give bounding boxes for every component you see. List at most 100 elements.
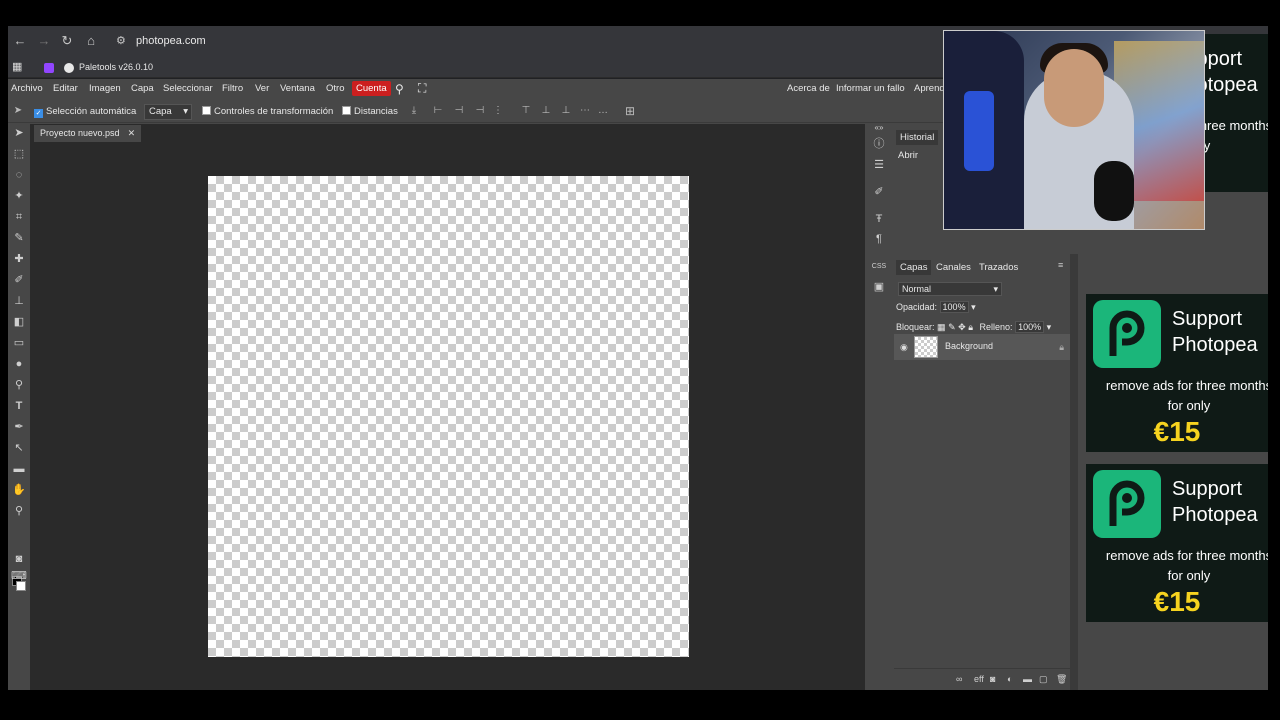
transform-controls-option[interactable]: Controles de transformación — [202, 106, 333, 117]
add-mask-icon[interactable]: ◙ — [990, 674, 995, 684]
paragraph-icon[interactable]: ¶ — [871, 231, 887, 247]
layer-row[interactable]: ◉ Background 🔒︎ — [894, 334, 1070, 360]
eraser-tool-icon[interactable]: ◧ — [11, 314, 27, 330]
image-icon[interactable]: ▣ — [871, 279, 887, 295]
info-icon[interactable]: ⓘ — [871, 136, 887, 152]
apps-grid-icon[interactable]: ▦ — [12, 60, 22, 73]
new-layer-icon[interactable]: ▢ — [1039, 674, 1048, 685]
tab-history[interactable]: Historial — [896, 130, 939, 145]
menu-seleccionar[interactable]: Seleccionar — [163, 83, 213, 94]
back-icon[interactable]: ← — [12, 33, 28, 49]
fill-field[interactable]: 100% — [1015, 321, 1045, 333]
blur-tool-icon[interactable]: ● — [11, 356, 27, 372]
menu-otro[interactable]: Otro — [326, 83, 344, 94]
account-button[interactable]: Cuenta — [352, 81, 391, 96]
type-tool-icon[interactable]: T — [11, 398, 27, 414]
menu-ventana[interactable]: Ventana — [280, 83, 315, 94]
visibility-eye-icon[interactable]: ◉ — [900, 342, 908, 353]
grid-icon[interactable]: ⊞ — [624, 105, 636, 117]
history-item[interactable]: Abrir — [898, 150, 918, 161]
tab-paths[interactable]: Trazados — [975, 260, 1022, 275]
css-icon[interactable]: CSS — [871, 259, 887, 275]
menu-about[interactable]: Acerca de — [787, 83, 830, 94]
blend-mode-select[interactable]: Normal ▾ — [898, 282, 1002, 296]
new-group-icon[interactable]: ▬ — [1023, 674, 1032, 684]
close-icon[interactable]: ✕ — [128, 128, 136, 138]
path-select-tool-icon[interactable]: ↖ — [11, 440, 27, 456]
search-icon[interactable]: ⚲ — [395, 82, 404, 96]
distribute-h-icon[interactable]: ⋮ — [492, 105, 504, 117]
link-layers-icon[interactable]: ∞ — [956, 674, 962, 684]
delete-layer-icon[interactable]: 🗑︎ — [1056, 674, 1067, 685]
reload-icon[interactable]: ↻ — [59, 33, 75, 49]
ad-banner-2[interactable]: Support Photopea remove ads for three mon… — [1086, 294, 1268, 452]
auto-select-checkbox[interactable]: ✓ — [34, 109, 43, 118]
pen-tool-icon[interactable]: ✒ — [11, 419, 27, 435]
align-download-icon[interactable]: ⤓ — [408, 105, 420, 117]
healing-tool-icon[interactable]: ✚ — [11, 251, 27, 267]
bookmark-twitch[interactable] — [44, 59, 59, 75]
menu-report-bug[interactable]: Informar un fallo — [836, 83, 905, 94]
opacity-dropdown-icon[interactable]: ▾ — [971, 302, 976, 312]
site-settings-icon[interactable]: ⚙ — [116, 32, 130, 50]
hand-tool-icon[interactable]: ✋ — [11, 482, 27, 498]
character-icon[interactable]: Ŧ — [871, 211, 887, 227]
lock-position-icon[interactable]: ✥ — [958, 322, 966, 332]
menu-archivo[interactable]: Archivo — [11, 83, 43, 94]
align-center-h-icon[interactable]: ⊣ — [453, 105, 465, 117]
forward-icon[interactable]: → — [36, 33, 52, 49]
lock-transparency-icon[interactable]: ▦ — [937, 322, 946, 332]
panel-menu-icon[interactable]: ≡ — [1058, 260, 1068, 272]
eyedropper-tool-icon[interactable]: ✎ — [11, 230, 27, 246]
home-icon[interactable]: ⌂ — [83, 33, 99, 49]
align-left-icon[interactable]: ⊢ — [432, 105, 444, 117]
menu-learn[interactable]: Aprend — [914, 83, 945, 94]
auto-select-option[interactable]: ✓ Selección automática — [34, 106, 136, 118]
marquee-tool-icon[interactable]: ⬚ — [11, 146, 27, 162]
layer-effects-icon[interactable]: eff — [974, 674, 984, 684]
opacity-field[interactable]: 100% — [939, 301, 969, 313]
transform-controls-checkbox[interactable] — [202, 106, 211, 115]
distribute-v-icon[interactable]: ⋯ — [579, 105, 591, 117]
ad-banner-3[interactable]: Support Photopea remove ads for three mon… — [1086, 464, 1268, 622]
dodge-tool-icon[interactable]: ⚲ — [11, 377, 27, 393]
distances-option[interactable]: Distancias — [342, 106, 398, 117]
panel-scrollbar[interactable] — [1070, 254, 1078, 690]
quick-mask-icon[interactable]: ◙ — [11, 551, 27, 567]
bookmark-paletools[interactable]: Paletools v26.0.10 — [64, 59, 153, 75]
adjustment-layer-icon[interactable]: ◐ — [1007, 674, 1012, 684]
tab-layers[interactable]: Capas — [896, 260, 932, 275]
target-select[interactable]: Capa ▾ — [144, 104, 192, 120]
lock-pixels-icon[interactable]: ✎ — [948, 322, 956, 332]
brush-tool-icon[interactable]: ✐ — [11, 272, 27, 288]
brush-settings-icon[interactable]: ✐ — [871, 184, 887, 200]
menu-ver[interactable]: Ver — [255, 83, 269, 94]
more-icon[interactable]: … — [597, 105, 609, 117]
tab-channels[interactable]: Canales — [932, 260, 975, 275]
menu-editar[interactable]: Editar — [53, 83, 78, 94]
collapse-icon[interactable]: «» — [871, 120, 887, 136]
crop-tool-icon[interactable]: ⌗ — [11, 209, 27, 225]
lasso-tool-icon[interactable]: ◌ — [11, 167, 27, 183]
document-canvas[interactable] — [208, 176, 689, 657]
align-right-icon[interactable]: ⊣ — [474, 105, 486, 117]
document-tab[interactable]: Proyecto nuevo.psd ✕ — [34, 125, 142, 142]
magic-wand-tool-icon[interactable]: ✦ — [11, 188, 27, 204]
keyboard-icon[interactable]: ⌨ — [11, 568, 27, 584]
clone-stamp-tool-icon[interactable]: ⊥ — [11, 293, 27, 309]
zoom-tool-icon[interactable]: ⚲ — [11, 503, 27, 519]
shape-tool-icon[interactable]: ▬ — [11, 461, 27, 477]
url-field[interactable]: ⚙ photopea.com — [116, 32, 206, 50]
menu-filtro[interactable]: Filtro — [222, 83, 243, 94]
menu-imagen[interactable]: Imagen — [89, 83, 121, 94]
lock-all-icon[interactable]: 🔒︎ — [968, 322, 973, 332]
distances-checkbox[interactable] — [342, 106, 351, 115]
gradient-tool-icon[interactable]: ▭ — [11, 335, 27, 351]
menu-capa[interactable]: Capa — [131, 83, 154, 94]
fill-dropdown-icon[interactable]: ▾ — [1047, 322, 1052, 332]
fullscreen-icon[interactable]: ⛶ — [418, 81, 426, 96]
align-top-icon[interactable]: ⊤ — [520, 105, 532, 117]
align-middle-icon[interactable]: ⊥ — [540, 105, 552, 117]
properties-icon[interactable]: ☰ — [871, 157, 887, 173]
align-bottom-icon[interactable]: ⊥ — [560, 105, 572, 117]
